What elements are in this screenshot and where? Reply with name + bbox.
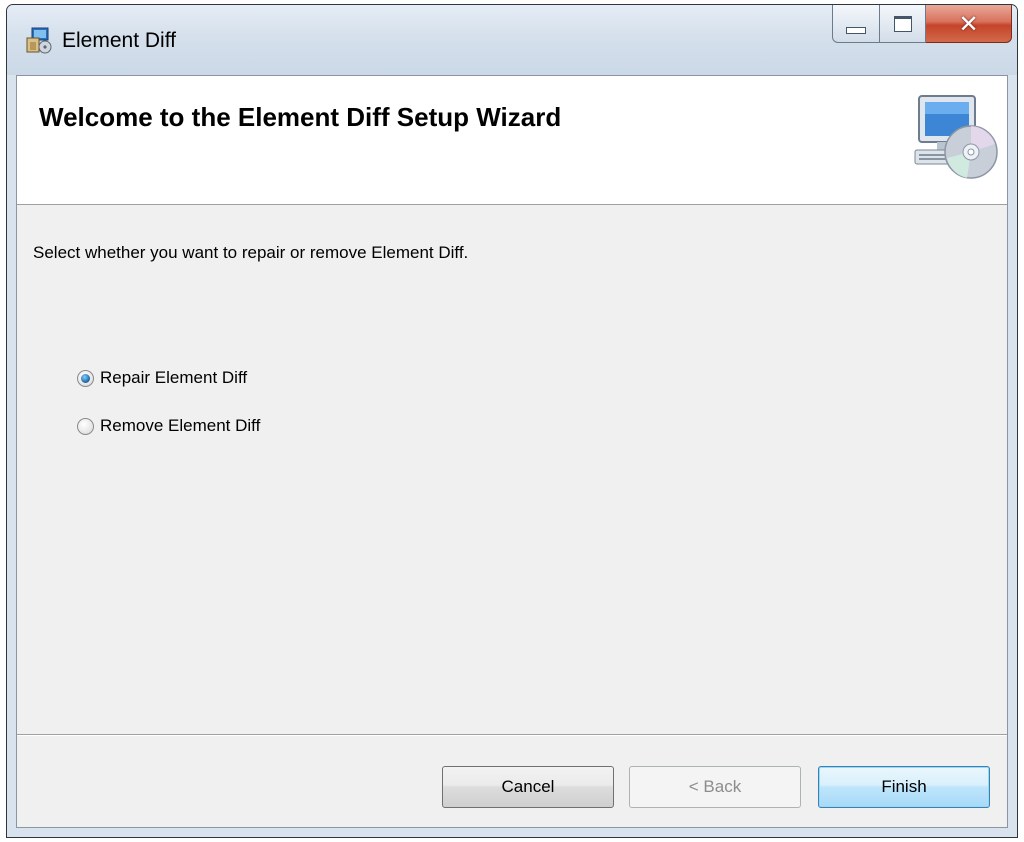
remove-option-label[interactable]: Remove Element Diff xyxy=(100,416,260,436)
repair-radio[interactable] xyxy=(77,369,94,387)
installer-package-icon xyxy=(26,27,52,54)
installer-window: Element Diff ✕ Welcome to the Element Di… xyxy=(6,4,1018,838)
minimize-button[interactable] xyxy=(832,5,880,43)
computer-with-cd-icon xyxy=(914,95,998,179)
caption-buttons: ✕ xyxy=(832,5,1012,45)
cancel-button[interactable]: Cancel xyxy=(442,766,614,808)
banner-title: Welcome to the Element Diff Setup Wizard xyxy=(39,102,562,132)
remove-option[interactable]: Remove Element Diff xyxy=(77,416,260,436)
maximize-icon xyxy=(893,15,912,32)
dialog-client-area: Welcome to the Element Diff Setup Wizard… xyxy=(16,75,1008,828)
window-title: Element Diff xyxy=(62,29,176,52)
repair-option-label[interactable]: Repair Element Diff xyxy=(100,368,247,388)
back-button[interactable]: < Back xyxy=(629,766,801,808)
repair-option[interactable]: Repair Element Diff xyxy=(77,368,247,388)
minimize-icon xyxy=(846,27,866,34)
finish-button[interactable]: Finish xyxy=(818,766,990,808)
wizard-banner: Welcome to the Element Diff Setup Wizard xyxy=(17,76,1007,205)
close-button[interactable]: ✕ xyxy=(926,5,1012,43)
close-icon: ✕ xyxy=(958,9,979,38)
title-bar[interactable]: Element Diff ✕ xyxy=(7,5,1017,75)
instruction-text: Select whether you want to repair or rem… xyxy=(33,243,469,262)
footer-divider xyxy=(17,734,1007,736)
maximize-button[interactable] xyxy=(880,5,926,43)
remove-radio[interactable] xyxy=(77,417,94,435)
